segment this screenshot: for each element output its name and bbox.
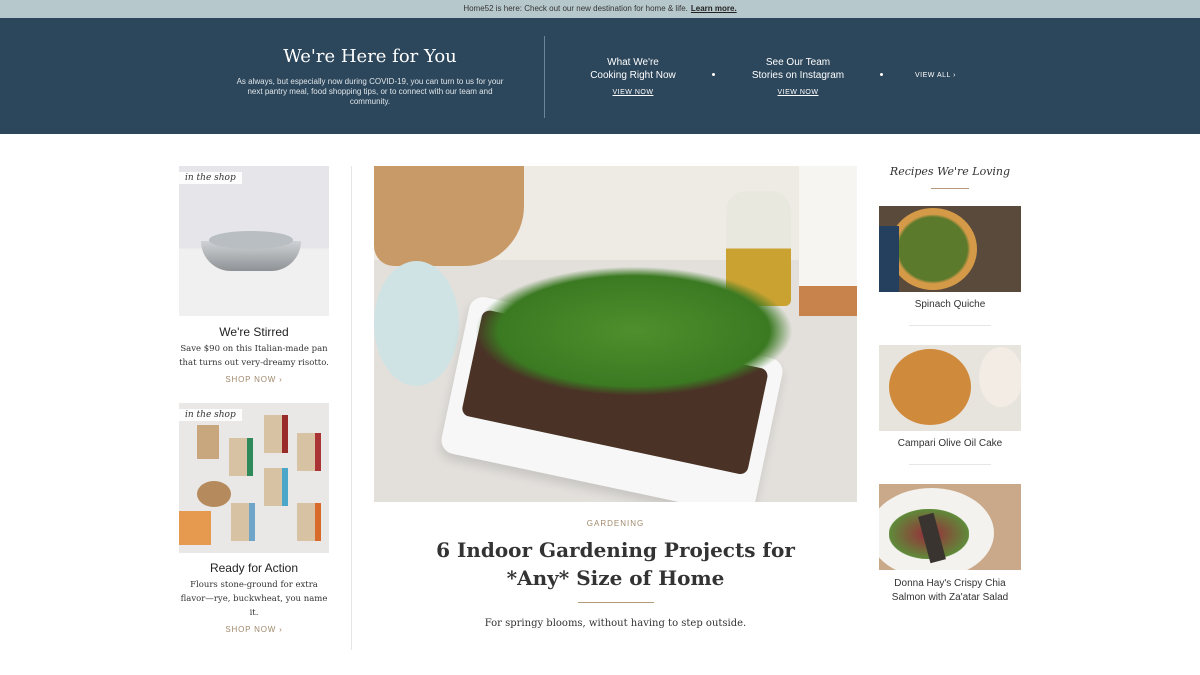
in-the-shop-tag: in the shop xyxy=(179,172,242,184)
bag xyxy=(264,415,288,453)
shop-description: Save $90 on this Italian-made pan that t… xyxy=(179,344,329,368)
shop-title[interactable]: We're Stirred xyxy=(179,325,329,339)
feature-image[interactable] xyxy=(374,166,857,502)
column-divider xyxy=(351,166,352,650)
covid-banner: We're Here for You As always, but especi… xyxy=(0,18,1200,134)
in-the-shop-tag: in the shop xyxy=(179,409,242,421)
separator-dot xyxy=(712,73,715,76)
recipe-title[interactable]: Donna Hay's Crispy Chia Salmon with Za'a… xyxy=(879,577,1021,605)
flour-pile xyxy=(197,481,231,507)
announcement-text: Home52 is here: Check out our new destin… xyxy=(463,4,688,13)
learn-more-link[interactable]: Learn more. xyxy=(691,4,737,13)
bag xyxy=(264,468,288,506)
flour-image[interactable]: in the shop xyxy=(179,403,329,553)
separator-dot xyxy=(880,73,883,76)
quiche xyxy=(889,208,977,290)
shop-title[interactable]: Ready for Action xyxy=(179,561,329,575)
recipe-title[interactable]: Campari Olive Oil Cake xyxy=(879,437,1021,451)
shop-now-link[interactable]: SHOP NOW › xyxy=(179,625,329,634)
napkin xyxy=(879,226,899,292)
instagram-link[interactable]: See Our Team Stories on Instagram VIEW N… xyxy=(738,56,858,99)
cutting-board xyxy=(374,166,524,266)
view-all-label: VIEW ALL xyxy=(915,72,951,79)
feature-text: GARDENING 6 Indoor Gardening Projects fo… xyxy=(374,519,857,631)
feature-category[interactable]: GARDENING xyxy=(374,519,857,528)
divider xyxy=(544,36,545,118)
banner-description: As always, but especially now during COV… xyxy=(236,77,504,106)
banner-title: We're Here for You xyxy=(283,46,457,67)
bag xyxy=(229,438,253,476)
bag xyxy=(297,503,321,541)
shop-now-label: SHOP NOW xyxy=(225,625,277,634)
microgreens xyxy=(474,266,794,396)
feature-subtitle: For springy blooms, without having to st… xyxy=(484,618,747,629)
recipes-heading: Recipes We're Loving xyxy=(889,165,1011,178)
cake xyxy=(889,349,971,425)
ornament-divider xyxy=(577,602,654,603)
link-line: Cooking Right Now xyxy=(590,70,676,81)
view-now-link[interactable]: VIEW NOW xyxy=(738,86,858,99)
view-all-link[interactable]: VIEW ALL › xyxy=(915,72,956,79)
shop-now-label: SHOP NOW xyxy=(225,375,277,384)
olive-oil-cake-image[interactable] xyxy=(879,345,1021,431)
pan-image[interactable]: in the shop xyxy=(179,166,329,316)
feature-title[interactable]: 6 Indoor Gardening Projects for *Any* Si… xyxy=(406,536,826,592)
chevron-right-icon: › xyxy=(953,72,956,79)
link-line: See Our Team xyxy=(765,57,831,68)
plate xyxy=(979,347,1021,407)
bag xyxy=(197,425,219,459)
announcement-bar: Home52 is here: Check out our new destin… xyxy=(0,0,1200,18)
chevron-right-icon: › xyxy=(279,375,283,384)
shop-card: We're Stirred Save $90 on this Italian-m… xyxy=(179,325,329,384)
chevron-right-icon: › xyxy=(279,625,283,634)
spinach-quiche-image[interactable] xyxy=(879,206,1021,292)
bag xyxy=(179,511,211,545)
bag xyxy=(231,503,255,541)
chia-salmon-image[interactable] xyxy=(879,484,1021,570)
shop-card: Ready for Action Flours stone-ground for… xyxy=(179,561,329,634)
jar xyxy=(799,166,857,316)
shop-description: Flours stone-ground for extra flavor—rye… xyxy=(180,580,328,618)
bag xyxy=(297,433,321,471)
bowl xyxy=(374,261,459,386)
divider xyxy=(909,325,991,326)
cooking-link[interactable]: What We're Cooking Right Now VIEW NOW xyxy=(578,56,688,99)
link-line: What We're xyxy=(607,57,659,68)
link-line: Stories on Instagram xyxy=(751,70,845,81)
ornament-divider xyxy=(931,188,969,189)
divider xyxy=(909,464,991,465)
shop-now-link[interactable]: SHOP NOW › xyxy=(179,375,329,384)
view-now-link[interactable]: VIEW NOW xyxy=(578,86,688,99)
recipe-title[interactable]: Spinach Quiche xyxy=(879,298,1021,312)
lid-shape xyxy=(209,231,293,249)
